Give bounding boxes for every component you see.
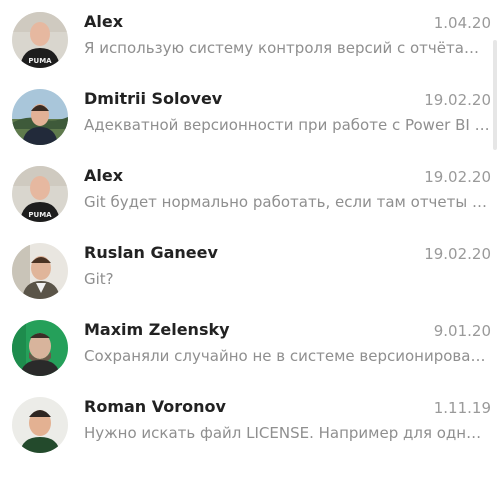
chat-date: 19.02.20 <box>424 245 491 263</box>
avatar-logo-text: PUMA <box>28 211 52 219</box>
avatar[interactable] <box>12 320 68 376</box>
chat-name: Alex <box>84 166 124 185</box>
chat-list: PUMA Alex 1.04.20 Я использую систему ко… <box>0 0 499 496</box>
avatar[interactable] <box>12 243 68 299</box>
person-avatar-icon: PUMA <box>12 12 68 68</box>
person-avatar-icon: PUMA <box>12 166 68 222</box>
chat-date: 1.04.20 <box>433 14 491 32</box>
chat-name: Roman Voronov <box>84 397 226 416</box>
chat-row[interactable]: PUMA Alex 19.02.20 Git будет нормально р… <box>0 166 499 236</box>
avatar[interactable]: PUMA <box>12 166 68 222</box>
chat-name: Maxim Zelensky <box>84 320 230 339</box>
chat-date: 1.11.19 <box>433 399 491 417</box>
scrollbar[interactable] <box>493 40 497 150</box>
person-avatar-icon <box>12 89 68 145</box>
chat-date: 9.01.20 <box>433 322 491 340</box>
chat-preview: Нужно искать файл LICENSE. Например для … <box>84 424 490 442</box>
chat-date: 19.02.20 <box>424 91 491 109</box>
chat-name: Alex <box>84 12 124 31</box>
person-avatar-icon <box>12 320 68 376</box>
chat-preview: Сохраняли случайно не в системе версиони… <box>84 347 490 365</box>
avatar[interactable] <box>12 397 68 453</box>
chat-name: Dmitrii Solovev <box>84 89 223 108</box>
avatar[interactable]: PUMA <box>12 12 68 68</box>
chat-preview: Git будет нормально работать, если там о… <box>84 193 490 211</box>
chat-preview: Я использую систему контроля версий с от… <box>84 39 490 57</box>
chat-row[interactable]: PUMA Alex 1.04.20 Я использую систему ко… <box>0 12 499 82</box>
chat-row[interactable]: Ruslan Ganeev 19.02.20 Git? <box>0 243 499 313</box>
person-avatar-icon <box>12 397 68 453</box>
chat-preview: Адекватной версионности при работе с Pow… <box>84 116 490 134</box>
avatar-logo-text: PUMA <box>28 57 52 65</box>
chat-row[interactable]: Roman Voronov 1.11.19 Нужно искать файл … <box>0 397 499 467</box>
chat-preview: Git? <box>84 270 114 288</box>
chat-row[interactable]: Dmitrii Solovev 19.02.20 Адекватной верс… <box>0 89 499 159</box>
chat-row[interactable]: Maxim Zelensky 9.01.20 Сохраняли случайн… <box>0 320 499 390</box>
person-avatar-icon <box>12 243 68 299</box>
avatar[interactable] <box>12 89 68 145</box>
chat-name: Ruslan Ganeev <box>84 243 218 262</box>
chat-date: 19.02.20 <box>424 168 491 186</box>
